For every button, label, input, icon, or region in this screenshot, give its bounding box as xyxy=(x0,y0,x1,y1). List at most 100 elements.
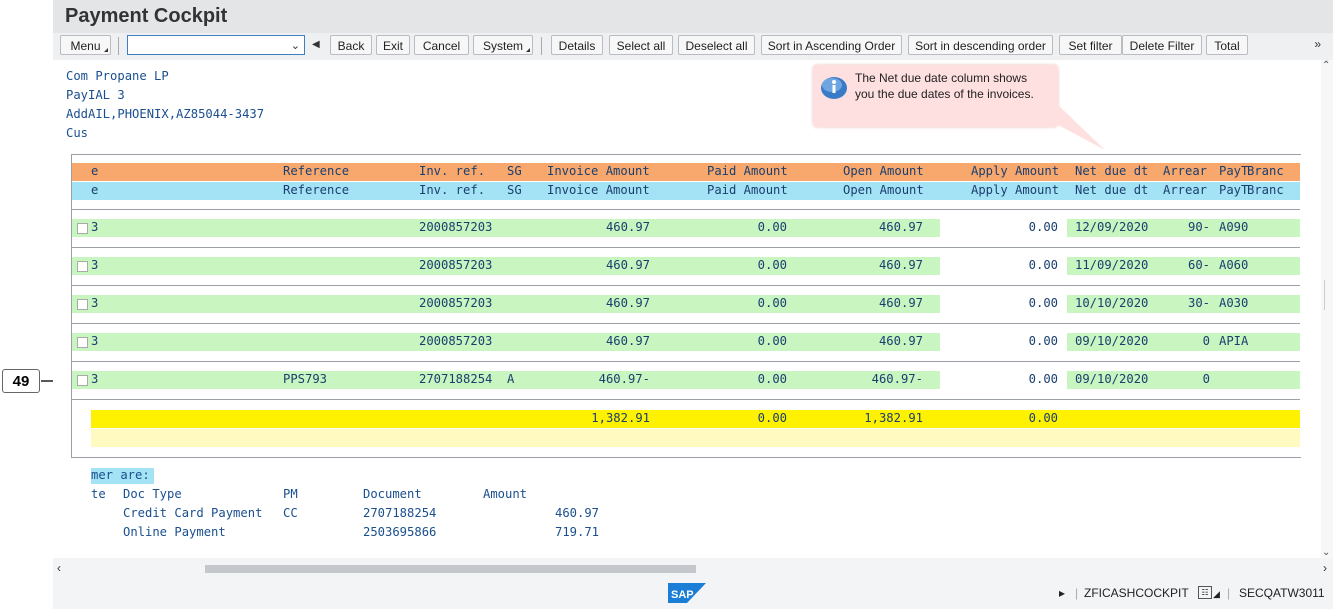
column-header[interactable]: Inv. ref. xyxy=(419,183,485,197)
sap-logo: SAP xyxy=(668,583,706,603)
row-checkbox[interactable] xyxy=(77,337,88,348)
column-header[interactable]: Inv. ref. xyxy=(419,164,485,178)
column-header[interactable]: PayT xyxy=(1219,183,1248,197)
open-amount-cell: 460.97 xyxy=(878,296,923,310)
more-actions-icon[interactable]: » xyxy=(1314,37,1321,51)
exit-button[interactable]: Exit xyxy=(376,35,410,55)
deselect-all-button[interactable]: Deselect all xyxy=(678,35,755,55)
payment-doc-type: Credit Card Payment xyxy=(123,506,263,520)
svg-text:SAP: SAP xyxy=(671,589,694,601)
select-all-button[interactable]: Select all xyxy=(609,35,673,55)
chevron-down-icon[interactable]: ⌄ xyxy=(291,39,300,52)
scroll-thumb[interactable] xyxy=(1324,280,1331,310)
column-header[interactable]: Paid Amount xyxy=(707,164,788,178)
column-header[interactable]: SG xyxy=(507,183,522,197)
row-divider xyxy=(72,399,1300,400)
inv-ref-cell: 2000857203 xyxy=(419,258,493,272)
details-button[interactable]: Details xyxy=(551,35,603,55)
row-checkbox[interactable] xyxy=(77,375,88,386)
column-header[interactable]: Reference xyxy=(283,164,349,178)
row-divider xyxy=(72,361,1300,362)
cancel-button[interactable]: Cancel xyxy=(414,35,469,55)
payments-heading: mer are: xyxy=(91,468,150,482)
session-icon[interactable]: ☷ xyxy=(1198,586,1212,599)
row-divider xyxy=(72,285,1300,286)
invoice-amount-cell: 460.97- xyxy=(598,372,650,386)
chevron-up-icon[interactable]: ⌃ xyxy=(1322,60,1330,71)
command-field[interactable]: ⌄ xyxy=(127,35,305,55)
column-header[interactable]: Open Amount xyxy=(843,183,924,197)
step-callout: 49 xyxy=(2,369,40,393)
chevron-left-icon[interactable]: ◀ xyxy=(312,39,320,50)
row-checkbox[interactable] xyxy=(77,261,88,272)
set-filter-button[interactable]: Set filter xyxy=(1059,35,1122,55)
column-header[interactable]: Paid Amount xyxy=(707,183,788,197)
paid-amount-cell: 0.00 xyxy=(757,296,787,310)
column-header[interactable]: Reference xyxy=(283,183,349,197)
scroll-thumb[interactable] xyxy=(205,565,696,573)
total-open-amount: 1,382.91 xyxy=(864,411,923,425)
system-button[interactable]: System xyxy=(473,35,533,55)
column-header[interactable]: Branc xyxy=(1247,183,1284,197)
column-header[interactable]: Arrear xyxy=(1163,183,1207,197)
total-invoice-amount: 1,382.91 xyxy=(591,411,650,425)
apply-amount-value: 0.00 xyxy=(1028,372,1058,386)
apply-amount-value: 0.00 xyxy=(1028,220,1058,234)
column-header[interactable]: Arrear xyxy=(1163,164,1207,178)
delete-filter-button[interactable]: Delete Filter xyxy=(1122,35,1202,55)
column-header[interactable]: Net due dt xyxy=(1075,183,1148,197)
invoice-amount-cell: 460.97 xyxy=(605,334,650,348)
payments-col-pm: PM xyxy=(283,487,298,501)
arrear-cell: 60- xyxy=(1187,258,1210,272)
play-icon[interactable]: ▸ xyxy=(1059,586,1065,600)
column-header[interactable]: Net due dt xyxy=(1075,164,1148,178)
vertical-scrollbar[interactable]: ⌃ ⌄ xyxy=(1321,60,1333,558)
dropdown-corner-icon[interactable]: ◢ xyxy=(1213,589,1220,600)
column-header[interactable]: e xyxy=(91,183,98,197)
chevron-left-icon[interactable]: ‹ xyxy=(57,561,61,575)
row-e-cell: 3 xyxy=(91,372,99,386)
payt-cell: A030 xyxy=(1219,296,1249,310)
total-apply-amount: 0.00 xyxy=(1028,411,1058,425)
dropdown-corner-icon xyxy=(526,48,530,52)
sort-ascending-button[interactable]: Sort in Ascending Order xyxy=(761,35,902,55)
paid-amount-cell: 0.00 xyxy=(757,334,787,348)
menu-button[interactable]: Menu xyxy=(60,35,111,55)
row-e-cell: 3 xyxy=(91,334,99,348)
row-checkbox[interactable] xyxy=(77,299,88,310)
open-amount-cell: 460.97 xyxy=(878,220,923,234)
column-header[interactable]: Open Amount xyxy=(843,164,924,178)
column-header[interactable]: Apply Amount xyxy=(971,183,1059,197)
payments-col-amount: Amount xyxy=(483,487,528,501)
column-header[interactable]: SG xyxy=(507,164,522,178)
paid-amount-cell: 0.00 xyxy=(757,372,787,386)
chevron-right-icon[interactable]: › xyxy=(1323,561,1327,575)
sort-descending-button[interactable]: Sort in descending order xyxy=(908,35,1053,55)
arrear-cell: 0 xyxy=(1202,372,1210,386)
total-button[interactable]: Total xyxy=(1206,35,1248,55)
row-divider xyxy=(72,209,1300,210)
column-header[interactable]: PayT xyxy=(1219,164,1248,178)
column-header[interactable]: Branc xyxy=(1247,164,1284,178)
status-bar: SAP ▸ | ZFICASHCOCKPIT ☷ ◢ | SECQATW3011 xyxy=(53,578,1333,609)
column-header[interactable]: e xyxy=(91,164,98,178)
chevron-down-icon[interactable]: ⌄ xyxy=(1322,547,1330,558)
payment-pm: CC xyxy=(283,506,298,520)
column-header[interactable]: Invoice Amount xyxy=(547,164,650,178)
inv-ref-cell: 2000857203 xyxy=(419,296,493,310)
open-amount-cell: 460.97- xyxy=(871,372,923,386)
column-header[interactable]: Invoice Amount xyxy=(547,183,650,197)
column-header[interactable]: Apply Amount xyxy=(971,164,1059,178)
row-checkbox[interactable] xyxy=(77,223,88,234)
open-amount-cell: 460.97 xyxy=(878,258,923,272)
apply-amount-value: 0.00 xyxy=(1028,258,1058,272)
reference-cell: PPS793 xyxy=(283,372,328,386)
menu-label: Menu xyxy=(70,39,101,53)
invoice-amount-cell: 460.97 xyxy=(605,258,650,272)
invoice-amount-cell: 460.97 xyxy=(605,296,650,310)
back-button[interactable]: Back xyxy=(330,35,372,55)
inv-ref-cell: 2707188254 xyxy=(419,372,493,386)
horizontal-scrollbar[interactable]: ‹ › xyxy=(53,560,1333,578)
payt-cell: A090 xyxy=(1219,220,1249,234)
arrear-cell: 30- xyxy=(1187,296,1210,310)
